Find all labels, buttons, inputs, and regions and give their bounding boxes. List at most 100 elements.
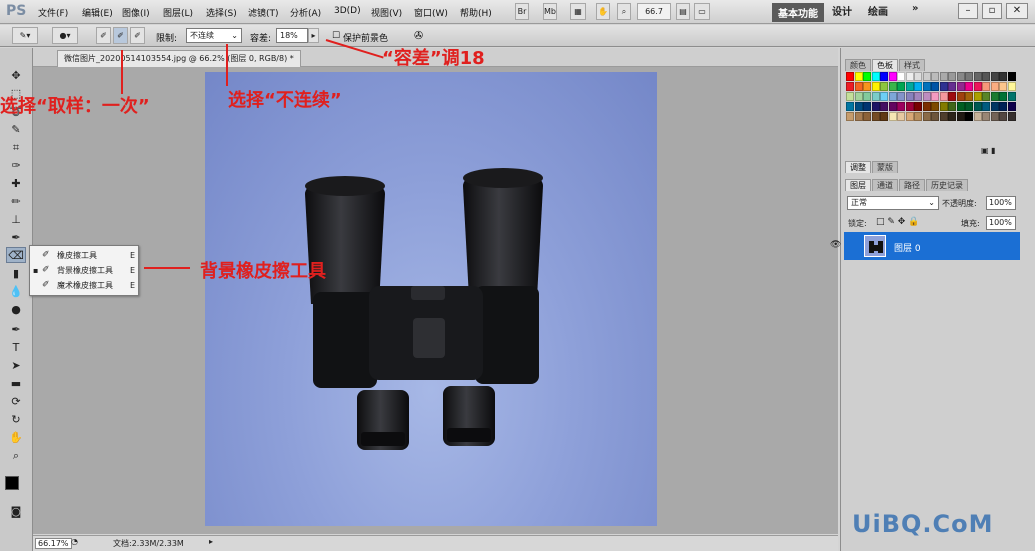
healing-tool-icon[interactable]: ✚: [6, 176, 26, 192]
brush-size-icon[interactable]: ●▾: [52, 27, 78, 44]
swatch-cell[interactable]: [1007, 72, 1016, 81]
swatch-cell[interactable]: [931, 72, 939, 81]
swatch-cell[interactable]: [931, 92, 939, 101]
menu-image[interactable]: 图像(I): [122, 6, 150, 19]
swatch-cell[interactable]: [965, 112, 973, 121]
swatch-cell[interactable]: [905, 112, 914, 121]
swatch-cell[interactable]: [888, 92, 897, 101]
tab-styles[interactable]: 样式: [899, 59, 925, 71]
swatch-cell[interactable]: [914, 112, 922, 121]
swatch-cell[interactable]: [965, 82, 973, 91]
swatch-cell[interactable]: [863, 92, 871, 101]
swatch-cell[interactable]: [939, 102, 948, 111]
restore-button[interactable]: ▫: [982, 3, 1002, 19]
limit-select[interactable]: 不连续 ⌄: [186, 28, 242, 43]
swatch-cell[interactable]: [922, 82, 931, 91]
swatch-cell[interactable]: [990, 92, 999, 101]
swatch-cell[interactable]: [846, 82, 854, 91]
swatch-cell[interactable]: [1007, 82, 1016, 91]
zoom-tool-icon[interactable]: ⌕: [6, 448, 26, 464]
swatch-cell[interactable]: [990, 82, 999, 91]
status-zoom[interactable]: 66.17%: [35, 538, 72, 549]
flyout-item-magic-eraser[interactable]: ✐ 魔术橡皮擦工具 E: [30, 278, 138, 293]
swatch-cell[interactable]: [973, 102, 982, 111]
swatch-cell[interactable]: [914, 82, 922, 91]
quick-mask-icon[interactable]: ◙: [6, 504, 26, 520]
tab-masks[interactable]: 蒙版: [872, 161, 898, 173]
swatch-cell[interactable]: [863, 102, 871, 111]
document-image[interactable]: [205, 72, 657, 526]
tablet-pressure-icon[interactable]: ✇: [414, 29, 423, 42]
swatch-cell[interactable]: [871, 102, 880, 111]
sampling-once-icon[interactable]: ✐: [113, 27, 128, 44]
swatch-cell[interactable]: [973, 92, 982, 101]
tab-layers[interactable]: 图层: [845, 179, 871, 191]
tab-history[interactable]: 历史记录: [926, 179, 968, 191]
flyout-item-background-eraser[interactable]: ▪ ✐ 背景橡皮擦工具 E: [30, 263, 138, 278]
move-tool-icon[interactable]: ✥: [6, 68, 26, 84]
swatch-cell[interactable]: [854, 112, 863, 121]
swatch-cell[interactable]: [982, 112, 990, 121]
swatch-cell[interactable]: [846, 102, 854, 111]
swatch-cell[interactable]: [863, 72, 871, 81]
swatch-cell[interactable]: [973, 82, 982, 91]
swatch-cell[interactable]: [999, 102, 1007, 111]
dodge-tool-icon[interactable]: ●: [6, 302, 26, 318]
hand-tool-top-icon[interactable]: ✋: [596, 3, 610, 20]
pen-tool-icon[interactable]: ✒: [6, 322, 26, 338]
3d-rotate-tool-icon[interactable]: ⟳: [6, 394, 26, 410]
swatch-cell[interactable]: [914, 72, 922, 81]
tab-swatches[interactable]: 色板: [872, 59, 898, 71]
blur-tool-icon[interactable]: 💧: [6, 284, 26, 300]
swatch-cell[interactable]: [888, 72, 897, 81]
swatch-cell[interactable]: [897, 92, 905, 101]
swatch-cell[interactable]: [905, 102, 914, 111]
swatch-cell[interactable]: [931, 112, 939, 121]
swatch-cell[interactable]: [948, 112, 956, 121]
swatch-cell[interactable]: [854, 102, 863, 111]
swatch-grid[interactable]: [846, 72, 1016, 140]
swatch-cell[interactable]: [871, 72, 880, 81]
swatch-cell[interactable]: [931, 82, 939, 91]
mini-bridge-button[interactable]: Mb: [543, 3, 557, 20]
tab-channels[interactable]: 通道: [872, 179, 898, 191]
swatch-cell[interactable]: [982, 72, 990, 81]
blend-mode-select[interactable]: 正常 ⌄: [847, 196, 939, 210]
swatch-cell[interactable]: [965, 92, 973, 101]
tolerance-slider-button[interactable]: ▸: [308, 28, 319, 43]
menu-3d[interactable]: 3D(D): [334, 6, 361, 16]
arrange-docs-icon[interactable]: ▤: [676, 3, 690, 20]
workspace-more-icon[interactable]: »: [912, 3, 918, 14]
workspace-painting[interactable]: 绘画: [868, 3, 888, 18]
swatch-cell[interactable]: [854, 82, 863, 91]
flyout-item-eraser[interactable]: ✐ 橡皮擦工具 E: [30, 248, 138, 263]
swatch-cell[interactable]: [897, 82, 905, 91]
menu-analysis[interactable]: 分析(A): [290, 6, 321, 19]
swatch-cell[interactable]: [888, 102, 897, 111]
swatch-cell[interactable]: [956, 112, 965, 121]
eyedropper-tool-icon[interactable]: ✑: [6, 158, 26, 174]
minimize-button[interactable]: –: [958, 3, 978, 19]
swatch-cell[interactable]: [922, 72, 931, 81]
stamp-tool-icon[interactable]: ⊥: [6, 212, 26, 228]
sampling-continuous-icon[interactable]: ✐: [96, 27, 111, 44]
protect-checkbox[interactable]: ☐: [332, 31, 340, 41]
swatch-cell[interactable]: [948, 82, 956, 91]
swatch-cell[interactable]: [956, 92, 965, 101]
swatch-cell[interactable]: [897, 72, 905, 81]
swatch-cell[interactable]: [846, 112, 854, 121]
swatch-cell[interactable]: [922, 92, 931, 101]
swatch-cell[interactable]: [939, 82, 948, 91]
swatch-cell[interactable]: [888, 82, 897, 91]
swatch-cell[interactable]: [888, 112, 897, 121]
tab-adjustments[interactable]: 调整: [845, 161, 871, 173]
swatch-cell[interactable]: [982, 92, 990, 101]
swatch-cell[interactable]: [871, 112, 880, 121]
swatch-cell[interactable]: [922, 112, 931, 121]
eraser-tool-icon[interactable]: ⌫: [6, 247, 26, 263]
bridge-button[interactable]: Br: [515, 3, 529, 20]
swatch-cell[interactable]: [999, 72, 1007, 81]
swatch-cell[interactable]: [914, 92, 922, 101]
document-tab[interactable]: 微信图片_20200514103554.jpg @ 66.2% (图层 0, R…: [57, 50, 301, 67]
swatch-cell[interactable]: [905, 72, 914, 81]
